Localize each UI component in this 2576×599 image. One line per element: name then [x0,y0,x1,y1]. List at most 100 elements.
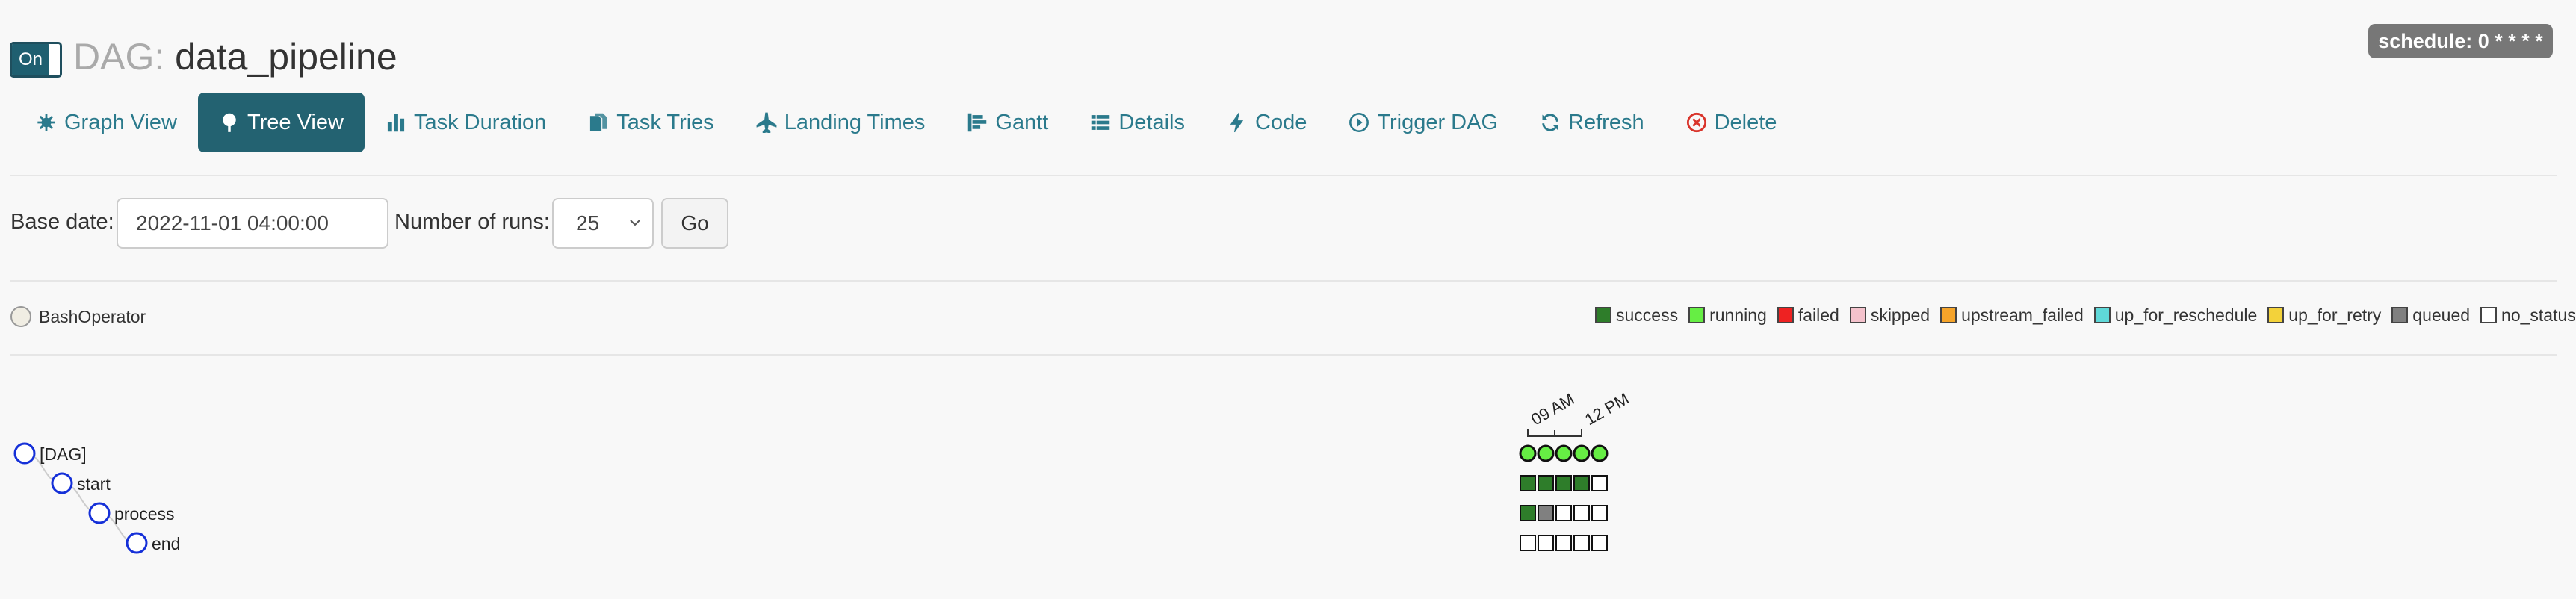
task-node-icon[interactable] [126,532,148,554]
num-runs-value: 25 [576,211,600,235]
nav-task-duration[interactable]: Task Duration [365,93,567,152]
nav-label: Tree View [247,110,344,134]
legend-swatch [1595,307,1611,323]
legend-swatch [1849,307,1866,323]
task-node-icon[interactable] [51,472,73,494]
nav-gantt[interactable]: Gantt [946,93,1069,152]
title-prefix: DAG: [73,36,165,78]
status-legend: success running failed skipped upstream_… [1595,303,2576,327]
plane-icon [756,112,777,133]
dag-run-circle[interactable] [1537,444,1555,462]
task-instance-square[interactable] [1573,475,1590,491]
legend-swatch [1688,307,1706,323]
nav-task-tries[interactable]: Task Tries [567,93,735,152]
nav-label: Details [1118,110,1186,134]
dag-name: data_pipeline [175,36,397,78]
legend-item: success [1595,305,1678,326]
task-instance-square[interactable] [1555,475,1572,491]
operator-swatch [10,306,31,327]
play-circle-icon [1349,113,1369,132]
nav-refresh[interactable]: Refresh [1519,93,1665,152]
divider [10,280,2557,282]
task-instance-square[interactable] [1555,535,1572,551]
task-instance-square[interactable] [1520,475,1536,491]
legend-item: queued [2391,305,2470,326]
legend-label: up_for_retry [2288,305,2382,325]
nav-code[interactable]: Code [1206,93,1328,152]
num-runs-label: Number of runs: [394,210,550,234]
legend-swatch [2480,307,2498,323]
list-icon [1092,115,1110,130]
time-label: 12 PM [1582,389,1632,429]
dag-run-circle[interactable] [1573,444,1591,462]
schedule-badge: schedule: 0 * * * * [2368,24,2553,58]
operator-label: BashOperator [39,307,146,326]
task-label[interactable]: [DAG] [40,444,87,464]
dag-run-circle[interactable] [1519,444,1537,462]
legend-item: no_status [2480,305,2576,326]
legend-item: up_for_retry [2267,305,2381,326]
dag-run-circle[interactable] [1555,444,1573,462]
nav-label: Landing Times [784,110,926,134]
nav-label: Trigger DAG [1377,110,1499,134]
legend-swatch [1777,307,1794,323]
task-instance-square[interactable] [1573,505,1590,521]
task-label[interactable]: process [114,504,175,524]
base-date-label: Base date: [10,210,114,234]
legend-item: skipped [1849,305,1931,326]
task-instance-square[interactable] [1591,475,1608,491]
task-node-icon[interactable] [88,502,111,524]
legend-label: upstream_failed [1961,305,2084,325]
toggle-on-label: On [12,44,49,75]
time-label: 09 AM [1528,389,1578,429]
tree-view: [DAG] startprocess end 09 AM 12 PM [13,389,1632,554]
nav-label: Task Duration [413,110,547,134]
page-title: DAG: data_pipeline [73,33,397,81]
nav-label: Task Tries [616,110,714,134]
legend-label: success [1616,305,1679,325]
dag-paused-toggle[interactable]: On [10,42,62,78]
task-instance-square[interactable] [1573,535,1590,551]
remove-circle-icon [1686,112,1706,133]
task-label[interactable]: end [152,534,180,553]
task-instance-square[interactable] [1538,475,1554,491]
nav-graph-view[interactable]: Graph View [15,93,198,152]
nav-tree-view[interactable]: Tree View [198,93,365,152]
nav-delete[interactable]: Delete [1665,93,1798,152]
nav-landing-times[interactable]: Landing Times [735,93,947,152]
nav-trigger-dag[interactable]: Trigger DAG [1328,93,1519,152]
task-instance-square[interactable] [1538,505,1554,521]
legend-label: failed [1798,305,1839,325]
view-nav: Graph View Tree View Task Duration Task … [15,93,1798,152]
nav-label: Refresh [1568,110,1644,134]
go-button[interactable]: Go [661,198,728,249]
task-label[interactable]: start [77,474,111,494]
bar-chart-icon [387,114,405,132]
legend-item: failed [1777,305,1839,326]
base-date-input[interactable]: 2022-11-01 04:00:00 [117,198,388,249]
align-left-icon [968,113,987,132]
legend-item: running [1688,305,1767,326]
legend-swatch [2093,307,2111,323]
task-instance-square[interactable] [1555,505,1572,521]
task-instance-square[interactable] [1520,535,1536,551]
legend-item: up_for_reschedule [2093,305,2257,326]
num-runs-select[interactable]: 25 [552,198,654,249]
tree-icon [223,113,236,132]
legend-label: queued [2412,305,2471,325]
legend-label: skipped [1870,305,1931,325]
task-instance-square[interactable] [1591,505,1608,521]
task-node-icon[interactable] [13,442,36,465]
nav-details[interactable]: Details [1069,93,1206,152]
divider [10,175,2557,176]
task-instance-square[interactable] [1538,535,1554,551]
nav-label: Graph View [64,110,177,134]
nav-label: Delete [1714,110,1777,134]
task-instance-square[interactable] [1591,535,1608,551]
flash-icon [1230,112,1244,133]
task-instance-square[interactable] [1520,505,1536,521]
legend-item: upstream_failed [1940,305,2084,326]
divider [10,354,2557,356]
legend-label: no_status [2501,305,2576,325]
dag-run-circle[interactable] [1591,444,1609,462]
